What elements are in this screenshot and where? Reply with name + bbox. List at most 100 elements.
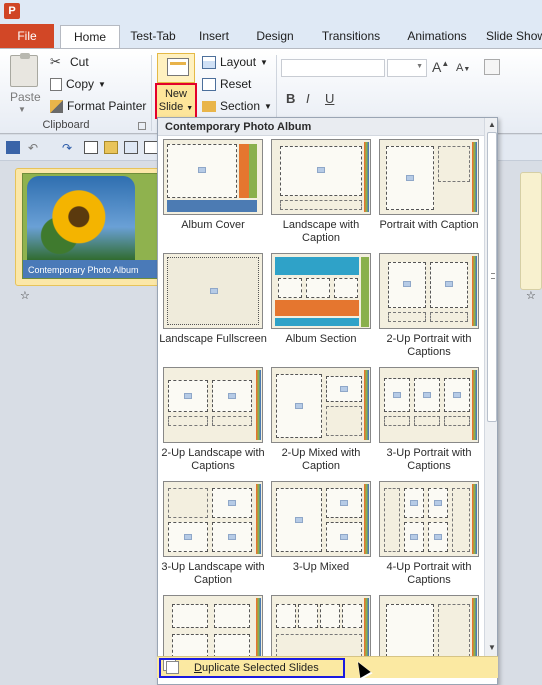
tab-insert[interactable]: Insert bbox=[190, 25, 238, 48]
accent-strip bbox=[472, 484, 477, 554]
caption-placeholder bbox=[168, 488, 208, 518]
duplicate-selected-slides-item[interactable]: Duplicate Selected Slides bbox=[157, 656, 498, 678]
quick-print-icon[interactable] bbox=[144, 141, 158, 154]
redo-icon[interactable]: ↷ bbox=[62, 141, 76, 155]
reset-button[interactable]: Reset bbox=[202, 74, 251, 94]
duplicate-selected-slides-label: Duplicate Selected Slides bbox=[159, 658, 345, 678]
tab-animations[interactable]: Animations bbox=[400, 25, 474, 48]
layout-thumbnail bbox=[163, 139, 263, 215]
picture-placeholder bbox=[212, 488, 252, 518]
font-size-box[interactable]: ▼ bbox=[387, 59, 427, 77]
caption-placeholder bbox=[452, 488, 470, 552]
new-slide-button[interactable]: New Slide ▼ bbox=[155, 83, 197, 119]
shrink-font-icon[interactable]: A▼ bbox=[456, 62, 470, 74]
powerpoint-app-icon[interactable]: P bbox=[4, 3, 20, 19]
tab-slide-show[interactable]: Slide Show bbox=[486, 25, 542, 48]
paste-dropdown-arrow-icon[interactable]: ▼ bbox=[18, 105, 26, 114]
picture-icon bbox=[453, 392, 461, 398]
caption-placeholder bbox=[388, 312, 426, 322]
accent-strip bbox=[472, 370, 477, 440]
layout-dropdown-arrow-icon: ▼ bbox=[260, 57, 268, 67]
picture-placeholder bbox=[172, 604, 208, 628]
layout-thumbnail bbox=[163, 253, 263, 329]
italic-button[interactable]: I bbox=[306, 91, 310, 106]
slide-thumbnail-1[interactable]: Contemporary Photo Album bbox=[22, 173, 158, 279]
scroll-up-arrow-icon[interactable]: ▲ bbox=[486, 119, 497, 131]
copy-dropdown-arrow-icon[interactable]: ▼ bbox=[98, 80, 106, 89]
tab-design[interactable]: Design bbox=[250, 25, 300, 48]
caption-placeholder bbox=[414, 416, 440, 426]
layout-label: Landscape Fullscreen bbox=[159, 333, 267, 345]
new-slide-icon bbox=[167, 58, 189, 76]
layout-label: 3-Up Landscape with Caption bbox=[161, 561, 265, 586]
picture-placeholder bbox=[404, 488, 424, 518]
tab-file[interactable]: File bbox=[0, 24, 54, 48]
picture-placeholder bbox=[214, 604, 250, 628]
group-divider bbox=[151, 55, 152, 131]
section-button[interactable]: Section ▼ bbox=[202, 96, 272, 116]
tab-home[interactable]: Home bbox=[60, 25, 120, 48]
caption-placeholder bbox=[212, 416, 252, 426]
picture-icon bbox=[228, 534, 236, 540]
picture-placeholder bbox=[326, 376, 362, 402]
tab-test-tab[interactable]: Test-Tab bbox=[124, 25, 182, 48]
picture-placeholder bbox=[214, 634, 250, 658]
layout-button[interactable]: Layout ▼ bbox=[202, 52, 268, 72]
new-document-icon[interactable] bbox=[84, 141, 98, 154]
picture-placeholder bbox=[430, 262, 468, 308]
picture-placeholder bbox=[212, 380, 252, 412]
paste-icon[interactable] bbox=[10, 53, 38, 87]
save-icon[interactable] bbox=[6, 141, 20, 154]
scrollbar-thumb[interactable] bbox=[487, 132, 497, 422]
picture-icon bbox=[406, 175, 414, 181]
layout-label: 2-Up Portrait with Captions bbox=[386, 333, 472, 358]
layout-label: 3-Up Mixed bbox=[292, 561, 350, 573]
underline-button[interactable]: U bbox=[325, 91, 334, 106]
picture-placeholder bbox=[334, 278, 358, 298]
caption-placeholder bbox=[438, 604, 470, 662]
cut-button[interactable]: ✂ Cut bbox=[50, 52, 89, 72]
format-painter-button[interactable]: Format Painter bbox=[50, 96, 146, 116]
new-slide-icon-area[interactable] bbox=[157, 53, 195, 83]
animation-star-icon: ☆ bbox=[526, 290, 536, 302]
clipboard-group-label: Clipboard bbox=[42, 119, 90, 131]
copy-label: Copy bbox=[66, 77, 95, 91]
picture-placeholder bbox=[342, 604, 362, 628]
font-size-dropdown-arrow-icon[interactable]: ▼ bbox=[416, 63, 423, 70]
picture-placeholder bbox=[386, 146, 434, 210]
caption-placeholder bbox=[438, 146, 470, 182]
caption-placeholder bbox=[384, 488, 400, 552]
new-slide-arrow-icon: ▼ bbox=[186, 105, 194, 112]
layout-label: Album Section bbox=[285, 333, 357, 345]
slide-thumbnail-2[interactable] bbox=[520, 172, 542, 290]
picture-placeholder bbox=[298, 604, 318, 628]
undo-icon[interactable]: ↶ bbox=[28, 141, 42, 155]
clipboard-launcher-icon[interactable] bbox=[138, 122, 146, 130]
bold-button[interactable]: B bbox=[286, 91, 295, 106]
picture-icon bbox=[317, 167, 325, 173]
grow-font-icon[interactable]: A▲ bbox=[432, 59, 449, 75]
clear-formatting-icon[interactable] bbox=[484, 59, 500, 75]
picture-placeholder bbox=[167, 257, 259, 325]
picture-icon bbox=[228, 500, 236, 506]
paste-button[interactable]: Paste bbox=[10, 90, 41, 104]
picture-placeholder bbox=[168, 380, 208, 412]
picture-icon bbox=[340, 386, 348, 392]
picture-icon bbox=[198, 167, 206, 173]
picture-icon bbox=[228, 393, 236, 399]
print-preview-icon[interactable] bbox=[124, 141, 138, 154]
caption-placeholder bbox=[384, 416, 410, 426]
section-icon bbox=[202, 100, 216, 112]
picture-icon bbox=[445, 281, 453, 287]
picture-icon bbox=[184, 393, 192, 399]
scroll-down-arrow-icon[interactable]: ▼ bbox=[486, 642, 497, 654]
accent-strip bbox=[256, 484, 261, 554]
tab-transitions[interactable]: Transitions bbox=[316, 25, 386, 48]
picture-placeholder bbox=[280, 146, 362, 196]
open-folder-icon[interactable] bbox=[104, 141, 118, 154]
picture-placeholder bbox=[276, 374, 322, 438]
section-dropdown-arrow-icon: ▼ bbox=[264, 101, 272, 111]
copy-button[interactable]: Copy ▼ bbox=[50, 74, 106, 94]
font-name-box[interactable] bbox=[281, 59, 385, 77]
picture-placeholder bbox=[168, 522, 208, 552]
